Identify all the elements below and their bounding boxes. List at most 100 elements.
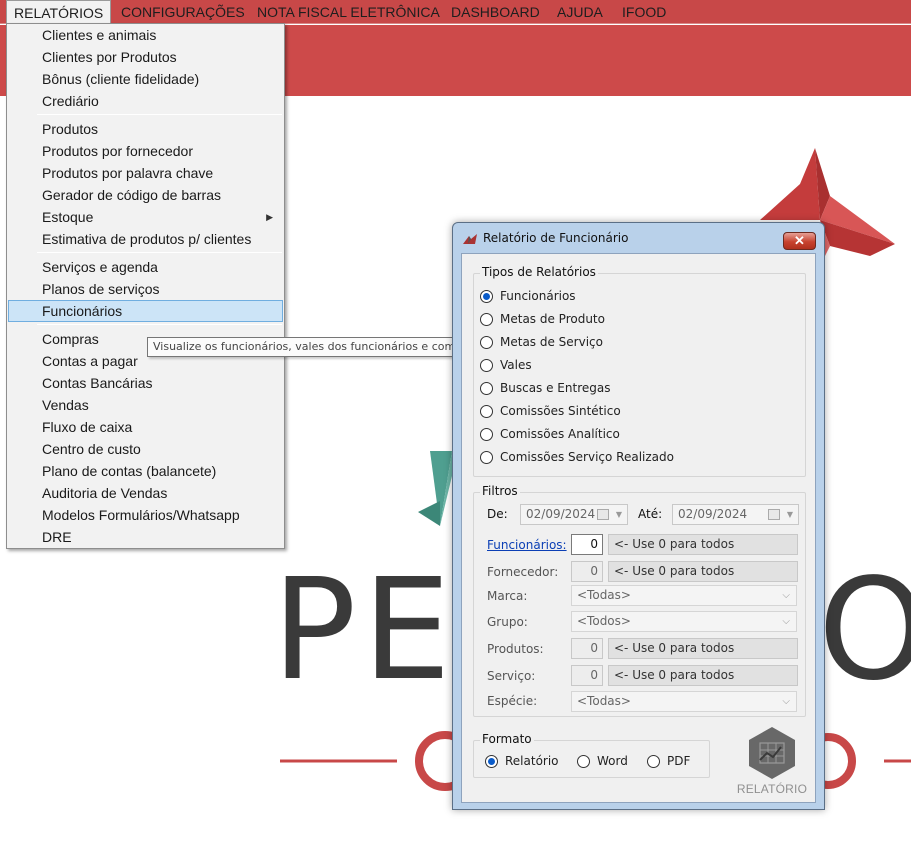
relatorios-dropdown: Clientes e animais Clientes por Produtos… — [6, 23, 285, 549]
gerar-relatorio-button[interactable]: RELATÓRIO — [730, 724, 814, 800]
close-button[interactable]: ✕ — [783, 232, 816, 250]
funcionarios-input[interactable]: 0 — [571, 534, 603, 555]
menu-item-contas-bancarias[interactable]: Contas Bancárias — [8, 372, 283, 394]
chevron-down-icon: ▼ — [615, 510, 622, 519]
menu-item-produtos-palavra-chave[interactable]: Produtos por palavra chave — [8, 162, 283, 184]
close-icon: ✕ — [794, 233, 805, 248]
menu-item-estimativa[interactable]: Estimativa de produtos p/ clientes — [8, 228, 283, 250]
ate-label: Até: — [638, 507, 663, 521]
menu-ifood[interactable]: IFOOD — [615, 0, 673, 24]
menu-item-produtos[interactable]: Produtos — [8, 118, 283, 140]
de-date-input[interactable]: 02/09/2024 ▼ — [520, 504, 628, 525]
menu-item-funcionarios[interactable]: Funcionários — [8, 300, 283, 322]
radio-icon — [480, 313, 493, 326]
chevron-down-icon: ⌵ — [782, 696, 790, 707]
radio-label: Metas de Produto — [500, 312, 605, 326]
menu-nota-fiscal[interactable]: NOTA FISCAL ELETRÔNICA — [250, 0, 447, 24]
radio-label: Metas de Serviço — [500, 335, 603, 349]
radio-icon — [647, 755, 660, 768]
menu-item-modelos-formularios[interactable]: Modelos Formulários/Whatsapp — [8, 504, 283, 526]
menu-separator — [37, 252, 282, 253]
tipos-relatorios-title: Tipos de Relatórios — [480, 265, 598, 279]
ate-date-value: 02/09/2024 — [678, 507, 748, 521]
chevron-down-icon: ⌵ — [782, 590, 790, 601]
menu-item-bonus[interactable]: Bônus (cliente fidelidade) — [8, 68, 283, 90]
servico-input[interactable]: 0 — [571, 665, 603, 686]
menu-item-plano-contas[interactable]: Plano de contas (balancete) — [8, 460, 283, 482]
fornecedor-input[interactable]: 0 — [571, 561, 603, 582]
de-date-value: 02/09/2024 — [526, 507, 596, 521]
logo-text-right: O — [818, 549, 911, 712]
radio-label: Comissões Serviço Realizado — [500, 450, 674, 464]
marca-select[interactable]: <Todas> ⌵ — [571, 585, 797, 606]
produtos-label: Produtos: — [487, 642, 544, 656]
calendar-icon — [768, 509, 780, 520]
radio-checked-icon — [480, 290, 493, 303]
menu-item-clientes-animais[interactable]: Clientes e animais — [8, 24, 283, 46]
tipos-relatorios-group: Tipos de Relatórios Funcionários Metas d… — [473, 265, 806, 477]
formato-title: Formato — [480, 732, 534, 746]
menu-item-planos-servicos[interactable]: Planos de serviços — [8, 278, 283, 300]
radio-checked-icon — [485, 755, 498, 768]
logo-text-left: PE — [272, 549, 457, 712]
grupo-value: <Todos> — [577, 614, 631, 628]
ate-date-input[interactable]: 02/09/2024 ▼ — [672, 504, 799, 525]
menu-configuracoes[interactable]: CONFIGURAÇÕES — [114, 0, 252, 24]
filtros-title: Filtros — [480, 484, 520, 498]
menu-separator — [37, 324, 282, 325]
radio-icon — [480, 359, 493, 372]
especie-select[interactable]: <Todas> ⌵ — [571, 691, 797, 712]
radio-label: Relatório — [505, 754, 559, 768]
dialog-titlebar[interactable]: Relatório de Funcionário ✕ — [453, 223, 824, 253]
radio-label: Buscas e Entregas — [500, 381, 611, 395]
radio-label: PDF — [667, 754, 691, 768]
grupo-label: Grupo: — [487, 615, 528, 629]
menu-relatorios[interactable]: RELATÓRIOS — [6, 0, 112, 24]
formato-group: Formato Relatório Word PDF — [473, 732, 710, 778]
submenu-arrow-icon: ▶ — [266, 212, 273, 222]
de-label: De: — [487, 507, 508, 521]
servico-hint: <- Use 0 para todos — [608, 665, 798, 686]
report-chart-icon — [749, 727, 795, 779]
menu-item-vendas[interactable]: Vendas — [8, 394, 283, 416]
menu-item-clientes-produtos[interactable]: Clientes por Produtos — [8, 46, 283, 68]
marca-value: <Todas> — [577, 588, 631, 602]
menu-item-centro-custo[interactable]: Centro de custo — [8, 438, 283, 460]
produtos-input[interactable]: 0 — [571, 638, 603, 659]
menu-item-dre[interactable]: DRE — [8, 526, 283, 548]
servico-label: Serviço: — [487, 669, 536, 683]
chevron-down-icon: ▼ — [786, 510, 793, 519]
grupo-select[interactable]: <Todos> ⌵ — [571, 611, 797, 632]
especie-label: Espécie: — [487, 694, 538, 708]
fornecedor-label: Fornecedor: — [487, 565, 559, 579]
calendar-icon — [597, 509, 609, 520]
menu-item-estoque[interactable]: Estoque ▶ — [8, 206, 283, 228]
radio-icon — [577, 755, 590, 768]
menu-item-crediario[interactable]: Crediário — [8, 90, 283, 112]
menu-item-gerador-codigo-barras[interactable]: Gerador de código de barras — [8, 184, 283, 206]
radio-label: Comissões Sintético — [500, 404, 621, 418]
radio-icon — [480, 382, 493, 395]
radio-label: Vales — [500, 358, 532, 372]
menu-dashboard[interactable]: DASHBOARD — [444, 0, 547, 24]
menu-ajuda[interactable]: AJUDA — [550, 0, 610, 24]
app-logo-icon — [463, 234, 477, 244]
menu-tooltip: Visualize os funcionários, vales dos fun… — [147, 337, 499, 357]
menu-item-servicos-agenda[interactable]: Serviços e agenda — [8, 256, 283, 278]
menu-item-estoque-label: Estoque — [42, 209, 94, 225]
menu-item-produtos-fornecedor[interactable]: Produtos por fornecedor — [8, 140, 283, 162]
menu-item-fluxo-caixa[interactable]: Fluxo de caixa — [8, 416, 283, 438]
report-button-label: RELATÓRIO — [736, 782, 808, 796]
menu-item-auditoria-vendas[interactable]: Auditoria de Vendas — [8, 482, 283, 504]
radio-icon — [480, 336, 493, 349]
radio-icon — [480, 428, 493, 441]
produtos-hint: <- Use 0 para todos — [608, 638, 798, 659]
radio-label: Comissões Analítico — [500, 427, 620, 441]
fornecedor-hint: <- Use 0 para todos — [608, 561, 798, 582]
filtros-group: Filtros De: 02/09/2024 ▼ Até: 02/09/2024… — [473, 484, 806, 717]
radio-label: Funcionários — [500, 289, 576, 303]
radio-icon — [480, 451, 493, 464]
relatorio-funcionario-dialog: Relatório de Funcionário ✕ Tipos de Rela… — [452, 222, 825, 810]
funcionarios-link[interactable]: Funcionários: — [487, 538, 567, 552]
dialog-title: Relatório de Funcionário — [483, 231, 629, 245]
